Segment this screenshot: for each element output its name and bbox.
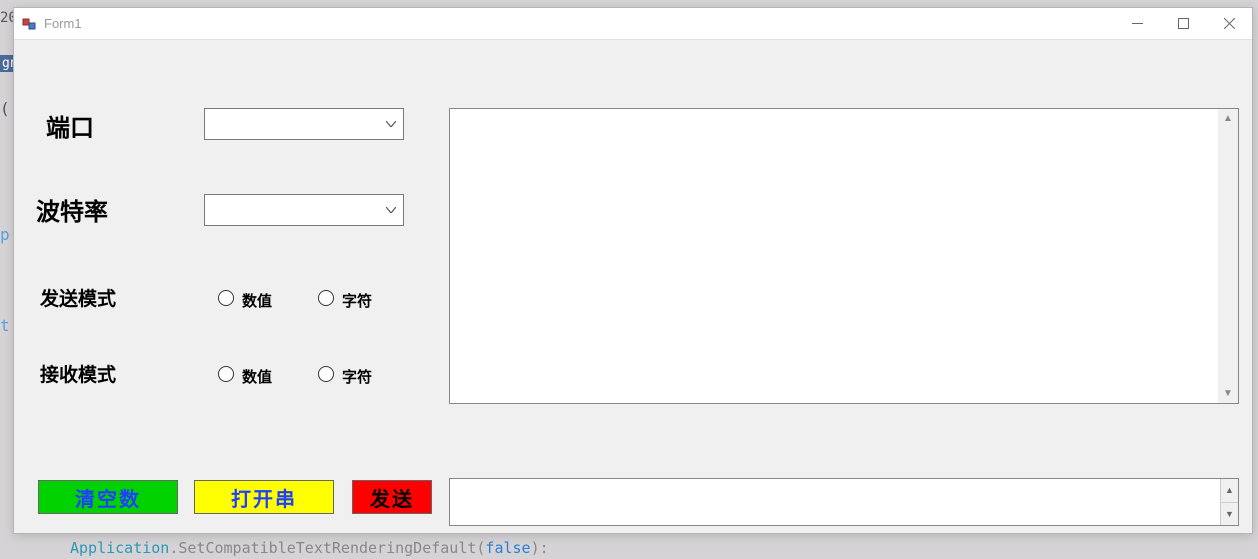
bg-frag: t xyxy=(0,316,10,335)
send-textbox[interactable]: ▲ ▼ xyxy=(449,478,1239,526)
baud-label: 波特率 xyxy=(36,192,108,227)
send-mode-label: 发送模式 xyxy=(40,284,116,311)
spinner-up-icon: ▲ xyxy=(1220,479,1238,503)
recv-mode-label: 接收模式 xyxy=(40,360,116,387)
window-title: Form1 xyxy=(44,16,82,31)
app-icon xyxy=(22,16,38,32)
send-mode-numeric-label: 数值 xyxy=(242,290,272,311)
send-button[interactable]: 发送 xyxy=(352,480,432,514)
main-window: Form1 端口 波特率 发送模式 xyxy=(13,7,1253,534)
bg-frag: p xyxy=(0,225,10,244)
titlebar: Form1 xyxy=(14,8,1252,40)
send-spinner[interactable]: ▲ ▼ xyxy=(1220,479,1238,525)
recv-mode-char-label: 字符 xyxy=(342,366,372,387)
recv-mode-numeric-radio[interactable] xyxy=(218,366,234,382)
receive-textbox[interactable]: ▲ ▼ xyxy=(449,108,1239,404)
bg-code-line: Application.SetCompatibleTextRenderingDe… xyxy=(70,539,549,557)
send-mode-char-radio[interactable] xyxy=(318,290,334,306)
scroll-down-icon: ▼ xyxy=(1223,388,1233,399)
client-area: 端口 波特率 发送模式 数值 字符 接收模式 数值 字符 xyxy=(14,40,1252,533)
receive-scrollbar[interactable]: ▲ ▼ xyxy=(1218,109,1238,403)
scroll-up-icon: ▲ xyxy=(1223,113,1233,124)
send-mode-numeric-radio[interactable] xyxy=(218,290,234,306)
close-button[interactable] xyxy=(1206,8,1252,40)
bg-frag: ( xyxy=(0,99,10,118)
baud-combobox[interactable] xyxy=(204,194,404,226)
chevron-down-icon xyxy=(379,195,403,225)
minimize-button[interactable] xyxy=(1114,8,1160,40)
maximize-button[interactable] xyxy=(1160,8,1206,40)
clear-button[interactable]: 清空数 xyxy=(38,480,178,514)
recv-mode-numeric-label: 数值 xyxy=(242,366,272,387)
open-serial-button[interactable]: 打开串 xyxy=(194,480,334,514)
port-combobox[interactable] xyxy=(204,108,404,140)
send-mode-char-label: 字符 xyxy=(342,290,372,311)
recv-mode-char-radio[interactable] xyxy=(318,366,334,382)
chevron-down-icon xyxy=(379,109,403,139)
port-label: 端口 xyxy=(46,108,94,143)
spinner-down-icon: ▼ xyxy=(1220,503,1238,526)
